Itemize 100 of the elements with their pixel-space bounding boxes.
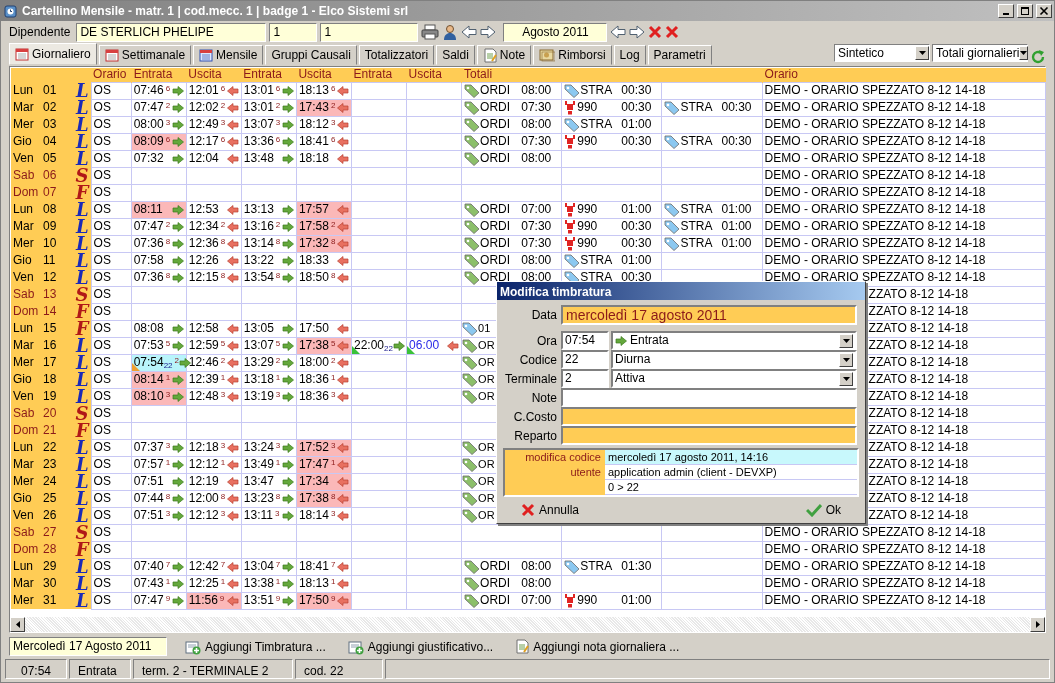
- tab[interactable]: Log: [613, 45, 646, 65]
- tab[interactable]: Saldi: [436, 45, 475, 65]
- punch-cell[interactable]: 18:36 $^{1}$: [296, 371, 352, 388]
- combo-field[interactable]: Diurna: [611, 350, 857, 369]
- tab[interactable]: Note: [476, 45, 532, 65]
- punch-cell[interactable]: 13:22: [241, 252, 297, 269]
- next-icon[interactable]: [629, 24, 646, 40]
- person-icon[interactable]: [442, 24, 459, 40]
- punch-cell[interactable]: 13:36 $^{6}$: [241, 133, 297, 150]
- number-field[interactable]: 1: [320, 22, 419, 42]
- action-button[interactable]: Aggiungi nota giornaliera ...: [511, 637, 684, 656]
- punch-cell[interactable]: 12:46 $^{2}$: [186, 354, 242, 371]
- totals-select[interactable]: Totali giornalieri: [932, 44, 1028, 62]
- punch-cell[interactable]: 13:01 $^{6}$: [241, 82, 297, 99]
- punch-cell[interactable]: 12:26: [186, 252, 242, 269]
- scroll-left-button[interactable]: [10, 617, 25, 632]
- punch-cell[interactable]: 08:00 $^{3}$: [131, 116, 187, 133]
- punch-cell[interactable]: 12:39 $^{1}$: [186, 371, 242, 388]
- tab[interactable]: Rimborsi: [533, 45, 612, 65]
- punch-cell[interactable]: 12:01 $^{6}$: [186, 82, 242, 99]
- punch-cell[interactable]: 12:18 $^{3}$: [186, 439, 242, 456]
- delete-icon[interactable]: [648, 25, 663, 39]
- minimize-button[interactable]: [998, 4, 1014, 18]
- previous-icon[interactable]: [610, 24, 627, 40]
- punch-cell[interactable]: 13:01 $^{2}$: [241, 99, 297, 116]
- punch-cell[interactable]: 07:53 $^{5}$: [131, 337, 187, 354]
- punch-cell[interactable]: 07:44 $^{8}$: [131, 490, 187, 507]
- punch-cell[interactable]: 12:12 $^{3}$: [186, 507, 242, 524]
- dropdown-button[interactable]: [915, 46, 929, 60]
- punch-cell[interactable]: 12:25 $^{1}$: [186, 575, 242, 592]
- punch-cell[interactable]: 12:15 $^{8}$: [186, 269, 242, 286]
- input-field[interactable]: [561, 426, 857, 445]
- punch-cell[interactable]: 13:47: [241, 473, 297, 490]
- punch-cell[interactable]: 07:32: [131, 150, 187, 167]
- scroll-right-button[interactable]: [1030, 617, 1045, 632]
- punch-cell[interactable]: 12:00 $^{8}$: [186, 490, 242, 507]
- punch-cell[interactable]: 13:16 $^{2}$: [241, 218, 297, 235]
- log-value[interactable]: 0 > 22: [605, 480, 857, 495]
- punch-cell[interactable]: 12:48 $^{3}$: [186, 388, 242, 405]
- punch-cell[interactable]: 18:13 $^{1}$: [296, 575, 352, 592]
- next-icon[interactable]: [480, 24, 497, 40]
- code-field[interactable]: 22: [561, 350, 609, 369]
- punch-cell[interactable]: 07:40 $^{7}$: [131, 558, 187, 575]
- maximize-button[interactable]: [1017, 4, 1033, 18]
- tab[interactable]: Mensile: [193, 45, 264, 65]
- tab[interactable]: Settimanale: [98, 45, 192, 65]
- log-value[interactable]: mercoledì 17 agosto 2011, 14:16: [605, 450, 857, 465]
- punch-cell[interactable]: 07:37 $^{3}$: [131, 439, 187, 456]
- punch-cell[interactable]: 07:57 $^{1}$: [131, 456, 187, 473]
- month-field[interactable]: Agosto 2011: [503, 22, 608, 42]
- combo-field[interactable]: Attiva: [611, 369, 857, 388]
- dropdown-button[interactable]: [839, 352, 853, 367]
- action-button[interactable]: Aggiungi giustificativo...: [343, 637, 498, 656]
- punch-cell[interactable]: 12:17 $^{6}$: [186, 133, 242, 150]
- tab[interactable]: Gruppi Causali: [265, 45, 357, 65]
- input-field[interactable]: [561, 407, 857, 426]
- punch-cell[interactable]: 12:02 $^{2}$: [186, 99, 242, 116]
- log-value[interactable]: application admin (client - DEVXP): [605, 465, 857, 480]
- punch-cell[interactable]: 13:49 $^{1}$: [241, 456, 297, 473]
- input-field[interactable]: [561, 388, 857, 407]
- punch-cell[interactable]: 22:00$_{22}$: [351, 337, 407, 354]
- punch-cell[interactable]: 18:14 $^{3}$: [296, 507, 352, 524]
- cancel-button[interactable]: Annulla: [515, 500, 586, 520]
- punch-cell[interactable]: 12:58: [186, 320, 242, 337]
- punch-cell[interactable]: 13:14 $^{8}$: [241, 235, 297, 252]
- punch-cell[interactable]: 07:58: [131, 252, 187, 269]
- punch-cell[interactable]: 18:13 $^{6}$: [296, 82, 352, 99]
- dropdown-button[interactable]: [839, 333, 853, 348]
- tab[interactable]: Giornaliero: [9, 43, 97, 65]
- tab[interactable]: Parametri: [647, 45, 712, 65]
- punch-cell[interactable]: 18:18: [296, 150, 352, 167]
- punch-cell[interactable]: 07:36 $^{8}$: [131, 235, 187, 252]
- punch-cell[interactable]: 13:13: [241, 201, 297, 218]
- punch-cell[interactable]: 07:46 $^{6}$: [131, 82, 187, 99]
- column-header[interactable]: Orario: [764, 67, 798, 82]
- punch-cell[interactable]: 07:47 $^{9}$: [131, 592, 187, 609]
- punch-cell[interactable]: 12:59 $^{5}$: [186, 337, 242, 354]
- punch-cell[interactable]: 13:18 $^{1}$: [241, 371, 297, 388]
- punch-cell[interactable]: 18:41 $^{7}$: [296, 558, 352, 575]
- code-field[interactable]: 2: [561, 369, 609, 388]
- punch-cell[interactable]: 07:43 $^{1}$: [131, 575, 187, 592]
- punch-cell[interactable]: 13:19 $^{3}$: [241, 388, 297, 405]
- punch-cell[interactable]: 08:08: [131, 320, 187, 337]
- punch-cell[interactable]: 12:12 $^{1}$: [186, 456, 242, 473]
- punch-cell[interactable]: 12:36 $^{8}$: [186, 235, 242, 252]
- column-header[interactable]: Totali: [464, 67, 493, 82]
- close-button[interactable]: [1036, 4, 1052, 18]
- punch-cell[interactable]: 18:41 $^{6}$: [296, 133, 352, 150]
- punch-cell[interactable]: 13:51 $^{9}$: [241, 592, 297, 609]
- printer-icon[interactable]: [421, 24, 440, 40]
- punch-cell[interactable]: 07:36 $^{8}$: [131, 269, 187, 286]
- punch-cell[interactable]: 13:54 $^{8}$: [241, 269, 297, 286]
- punch-cell[interactable]: 17:50: [296, 320, 352, 337]
- punch-cell[interactable]: 07:51: [131, 473, 187, 490]
- punch-cell[interactable]: 13:07 $^{5}$: [241, 337, 297, 354]
- punch-cell[interactable]: 13:11 $^{3}$: [241, 507, 297, 524]
- dropdown-button[interactable]: [839, 371, 853, 386]
- punch-cell[interactable]: 13:24 $^{3}$: [241, 439, 297, 456]
- previous-icon[interactable]: [461, 24, 478, 40]
- punch-cell[interactable]: 13:23 $^{8}$: [241, 490, 297, 507]
